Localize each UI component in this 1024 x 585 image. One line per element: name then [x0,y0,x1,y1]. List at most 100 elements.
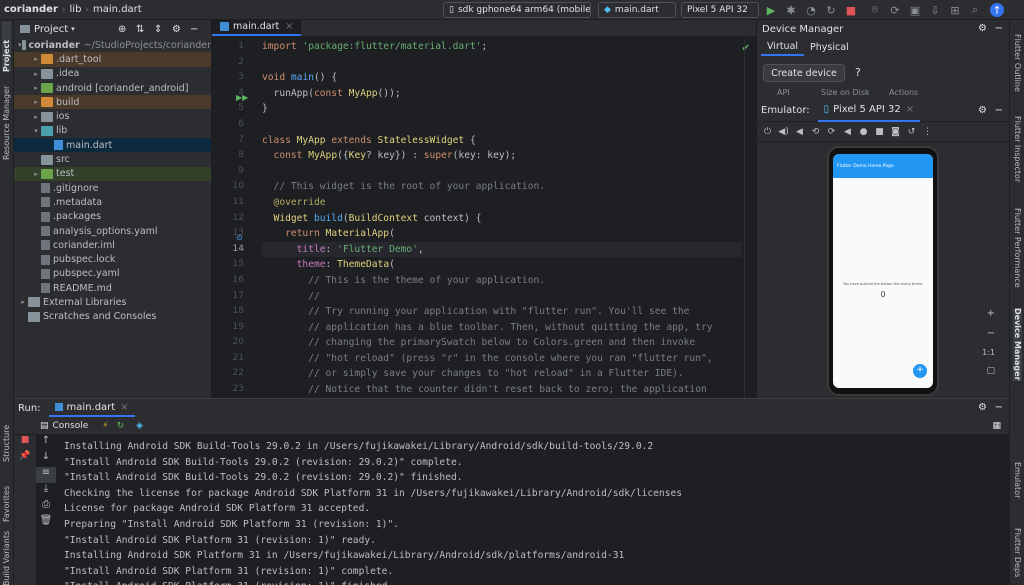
code-line[interactable]: theme: ThemeData( [262,257,742,273]
tree-item[interactable]: pubspec.lock [14,252,211,266]
rotate-right-icon[interactable]: ⟳ [825,127,838,137]
close-icon[interactable]: × [120,402,128,413]
avd-selector[interactable]: Pixel 5 API 32 [681,2,759,18]
collapse-all-icon[interactable]: ⇅ [136,24,144,35]
hide-icon[interactable]: − [995,105,1003,116]
breadcrumb-project[interactable]: coriander [0,4,62,15]
chevron-right-icon[interactable]: ▸ [31,113,41,121]
sync-icon[interactable]: ⟳ [888,3,902,17]
tool-tab-build-variants[interactable]: Build Variants [2,531,11,585]
editor-scrollbar[interactable] [744,39,756,398]
hide-icon[interactable]: − [995,23,1003,34]
pin-icon[interactable]: 📌 [14,451,36,467]
tree-item[interactable]: ▸ test [14,166,211,181]
devtools-icon[interactable]: ◈ [136,421,143,431]
overview-icon[interactable]: ■ [873,127,886,137]
tree-item[interactable]: main.dart [14,138,211,153]
volume-up-icon[interactable]: ◀) [777,127,790,137]
chevron-down-icon[interactable]: ▾ [31,127,41,135]
tool-tab-favorites[interactable]: Favorites [2,476,11,522]
code-area[interactable]: import 'package:flutter/material.dart'; … [262,39,742,398]
power-icon[interactable]: ⏻ [761,127,774,137]
code-line[interactable]: } [262,101,742,117]
run-icon[interactable]: ▶ [764,3,778,17]
code-line[interactable]: runApp(const MyApp()); [262,86,742,102]
code-line[interactable]: title: 'Flutter Demo', [262,241,742,258]
rotate-left-icon[interactable]: ⟲ [809,127,822,137]
chevron-right-icon[interactable]: ▸ [31,55,41,63]
tree-item[interactable]: .gitignore [14,181,211,195]
tree-item[interactable]: src [14,152,211,166]
tree-item[interactable]: ▾ coriander ~/StudioProjects/coriander [14,38,211,52]
help-icon[interactable]: ? [855,66,861,79]
scroll-up-icon[interactable]: ↑ [36,435,56,451]
run-tab-main-dart[interactable]: main.dart × [48,399,135,417]
expand-all-icon[interactable]: ⇕ [154,24,162,35]
code-line[interactable]: // This widget is the root of your appli… [262,179,742,195]
tree-item[interactable]: Scratches and Consoles [14,310,211,324]
debug-icon[interactable]: ✱ [784,3,798,17]
tab-physical[interactable]: Physical [804,38,855,56]
search-icon[interactable]: ⌕ [968,3,982,17]
code-line[interactable]: @override [262,195,742,211]
gear-icon[interactable]: ⚙ [978,23,987,34]
code-line[interactable]: class MyApp extends StatelessWidget { [262,133,742,149]
tree-item[interactable]: ▸ .idea [14,67,211,81]
tool-tab-flutter-performance[interactable]: Flutter Performance [1013,208,1022,288]
screenshot-icon[interactable]: ◙ [889,127,902,137]
hot-reload-icon[interactable]: ↻ [824,3,838,17]
volume-down-icon[interactable]: ◀ [793,127,806,137]
run-config-selector[interactable]: ◆ main.dart [598,2,676,18]
tool-tab-flutter-deps[interactable]: Flutter Deps [1013,528,1022,577]
code-line[interactable]: // This is the theme of your application… [262,273,742,289]
tree-item[interactable]: ▸ build [14,95,211,110]
tool-tab-flutter-outline[interactable]: Flutter Outline [1013,34,1022,92]
hide-icon[interactable]: − [190,24,198,35]
tree-item[interactable]: ▸ android [coriander_android] [14,81,211,95]
hot-reload-icon[interactable]: ⚡ [102,421,108,431]
console-tab[interactable]: Console [53,421,89,431]
tool-tab-project[interactable]: Project [2,22,11,72]
code-line[interactable]: import 'package:flutter/material.dart'; [262,39,742,55]
soft-wrap-icon[interactable]: ≡ [36,467,56,483]
tree-item[interactable]: .packages [14,210,211,224]
zoom-out-icon[interactable]: − [987,328,995,339]
tree-item[interactable]: ▸ External Libraries [14,295,211,309]
code-line[interactable]: const MyApp({Key? key}) : super(key: key… [262,148,742,164]
zoom-in-icon[interactable]: + [987,308,995,319]
code-line[interactable]: // or simply save your changes to "hot r… [262,366,742,382]
hide-icon[interactable]: − [995,402,1003,413]
code-line[interactable]: // Try running your application with "fl… [262,304,742,320]
code-line[interactable]: // "hot reload" (press "r" in the consol… [262,351,742,367]
chevron-right-icon[interactable]: ▸ [31,170,41,178]
device-manager-icon[interactable]: ▣ [908,3,922,17]
tree-item[interactable]: README.md [14,281,211,295]
tree-item[interactable]: pubspec.yaml [14,267,211,281]
layout-inspector-icon[interactable]: ⊞ [948,3,962,17]
emulator-tab[interactable]: ▯ Pixel 5 API 32 × [817,100,921,122]
chevron-right-icon[interactable]: ▸ [31,70,41,78]
editor-tab-main-dart[interactable]: main.dart × [212,20,302,36]
back-icon[interactable]: ◀ [841,127,854,137]
trash-icon[interactable]: 🗑 [36,515,56,531]
breadcrumb-folder[interactable]: lib [66,4,86,15]
override-gutter-icon[interactable]: ⊙ [236,233,246,243]
console-output[interactable]: Installing Android SDK Build-Tools 29.0.… [64,439,994,585]
close-icon[interactable]: × [285,21,293,32]
home-icon[interactable]: ● [857,127,870,137]
run-gutter-icon[interactable]: ▶▶ [236,93,248,103]
chevron-right-icon[interactable]: ▸ [18,298,28,306]
code-line[interactable] [262,55,742,71]
tool-tab-resource-manager[interactable]: Resource Manager [2,80,11,160]
tab-virtual[interactable]: Virtual [761,38,805,56]
code-line[interactable] [262,164,742,180]
tree-item[interactable]: analysis_options.yaml [14,224,211,238]
zoom-ratio-button[interactable]: 1:1 [982,348,995,357]
scroll-to-end-icon[interactable]: ⤓ [36,483,56,499]
stop-icon[interactable]: ■ [14,435,36,451]
tool-tab-structure[interactable]: Structure [2,416,11,462]
tree-item[interactable]: ▾ lib [14,124,211,138]
scroll-down-icon[interactable]: ↓ [36,451,56,467]
flutter-attach-icon[interactable]: ⌾ [868,3,882,17]
code-line[interactable]: void main() { [262,70,742,86]
